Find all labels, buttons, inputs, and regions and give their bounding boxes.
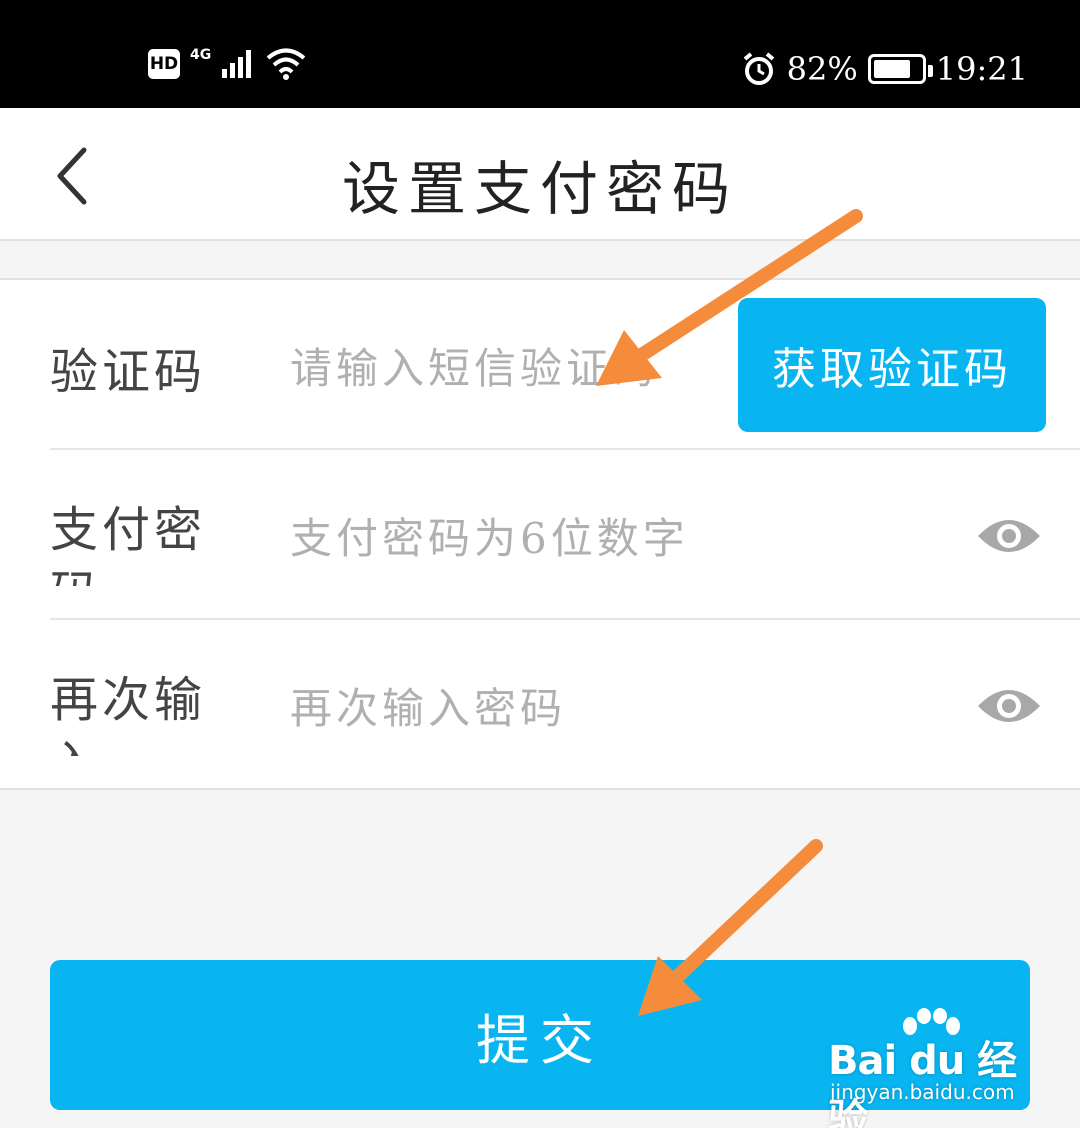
get-verification-code-button[interactable]: 获取验证码 bbox=[738, 298, 1046, 432]
clock-time: 19:21 bbox=[935, 50, 1028, 88]
confirm-password-input[interactable] bbox=[290, 678, 710, 738]
password-row: 支付密码 bbox=[50, 450, 1080, 620]
app-header: 设置支付密码 bbox=[0, 108, 1080, 241]
watermark-url: jingyan.baidu.com bbox=[830, 1080, 1015, 1104]
watermark-brand: Bai du 经验 bbox=[828, 1038, 1017, 1128]
eye-icon[interactable] bbox=[976, 512, 1042, 560]
verification-code-row: 验证码 获取验证码 bbox=[50, 280, 1080, 450]
hd-badge: HD bbox=[148, 49, 180, 79]
battery-percent: 82% bbox=[786, 50, 858, 88]
page-title: 设置支付密码 bbox=[341, 155, 738, 223]
battery-icon bbox=[867, 54, 933, 84]
signal-bars-icon bbox=[222, 50, 252, 78]
eye-icon[interactable] bbox=[976, 682, 1042, 730]
wifi-icon bbox=[266, 48, 306, 80]
confirm-password-row: 再次输入 bbox=[50, 620, 1080, 790]
status-right: 82% 19:21 bbox=[741, 44, 1028, 94]
password-input[interactable] bbox=[290, 508, 710, 568]
status-bar: HD 4G 82% 19:21 bbox=[0, 0, 1080, 108]
password-label: 支付密码 bbox=[50, 502, 207, 586]
status-left: HD 4G bbox=[148, 44, 307, 84]
password-form: 验证码 获取验证码 支付密码 再次输入 bbox=[0, 278, 1080, 790]
network-type-label: 4G bbox=[190, 47, 212, 63]
verification-code-input[interactable] bbox=[290, 338, 710, 398]
alarm-icon bbox=[743, 52, 774, 85]
confirm-password-label: 再次输入 bbox=[50, 672, 207, 756]
verification-code-label: 验证码 bbox=[50, 344, 207, 396]
baidu-jingyan-watermark: Bai du 经验 jingyan.baidu.com bbox=[828, 1008, 1028, 1128]
